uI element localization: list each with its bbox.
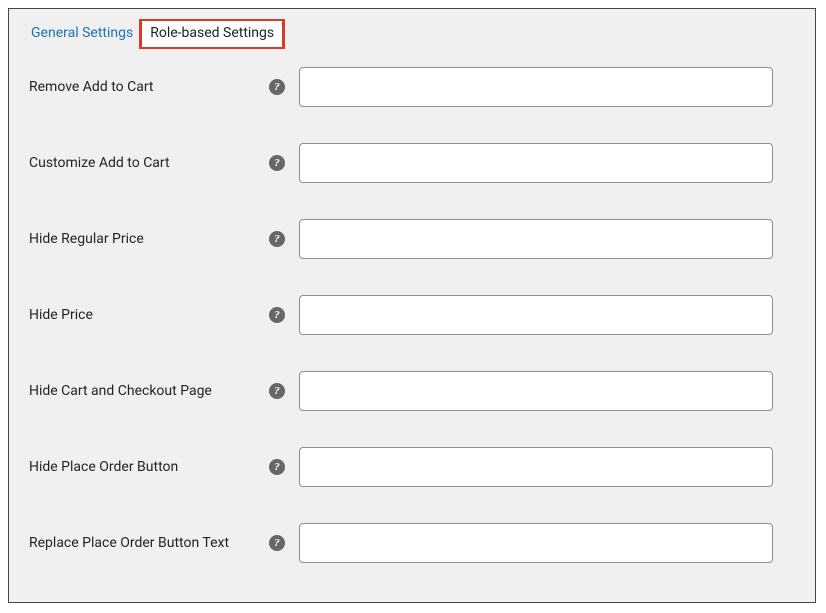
setting-label: Replace Place Order Button Text <box>29 535 269 551</box>
customize-add-to-cart-input[interactable] <box>299 143 773 183</box>
hide-cart-checkout-input[interactable] <box>299 371 773 411</box>
setting-row-hide-place-order: Hide Place Order Button ? <box>29 447 795 487</box>
help-icon[interactable]: ? <box>269 231 285 247</box>
hide-regular-price-input[interactable] <box>299 219 773 259</box>
replace-place-order-text-input[interactable] <box>299 523 773 563</box>
hide-price-input[interactable] <box>299 295 773 335</box>
setting-row-replace-place-order-text: Replace Place Order Button Text ? <box>29 523 795 563</box>
help-icon[interactable]: ? <box>269 459 285 475</box>
help-icon[interactable]: ? <box>269 155 285 171</box>
setting-row-hide-price: Hide Price ? <box>29 295 795 335</box>
help-icon[interactable]: ? <box>269 307 285 323</box>
hide-place-order-input[interactable] <box>299 447 773 487</box>
setting-row-hide-regular-price: Hide Regular Price ? <box>29 219 795 259</box>
help-icon[interactable]: ? <box>269 79 285 95</box>
setting-label: Hide Price <box>29 307 269 323</box>
setting-label: Hide Place Order Button <box>29 459 269 475</box>
setting-row-hide-cart-checkout: Hide Cart and Checkout Page ? <box>29 371 795 411</box>
tab-role-based-settings[interactable]: Role-based Settings <box>139 19 285 49</box>
setting-label: Customize Add to Cart <box>29 155 269 171</box>
settings-body: Remove Add to Cart ? Customize Add to Ca… <box>9 49 815 563</box>
setting-row-remove-add-to-cart: Remove Add to Cart ? <box>29 67 795 107</box>
setting-label: Hide Cart and Checkout Page <box>29 383 269 399</box>
settings-panel: General Settings Role-based Settings Rem… <box>8 8 816 603</box>
tabs-bar: General Settings Role-based Settings <box>9 9 815 49</box>
setting-row-customize-add-to-cart: Customize Add to Cart ? <box>29 143 795 183</box>
remove-add-to-cart-input[interactable] <box>299 67 773 107</box>
help-icon[interactable]: ? <box>269 535 285 551</box>
tab-general-settings[interactable]: General Settings <box>27 23 137 45</box>
setting-label: Remove Add to Cart <box>29 79 269 95</box>
help-icon[interactable]: ? <box>269 383 285 399</box>
setting-label: Hide Regular Price <box>29 231 269 247</box>
